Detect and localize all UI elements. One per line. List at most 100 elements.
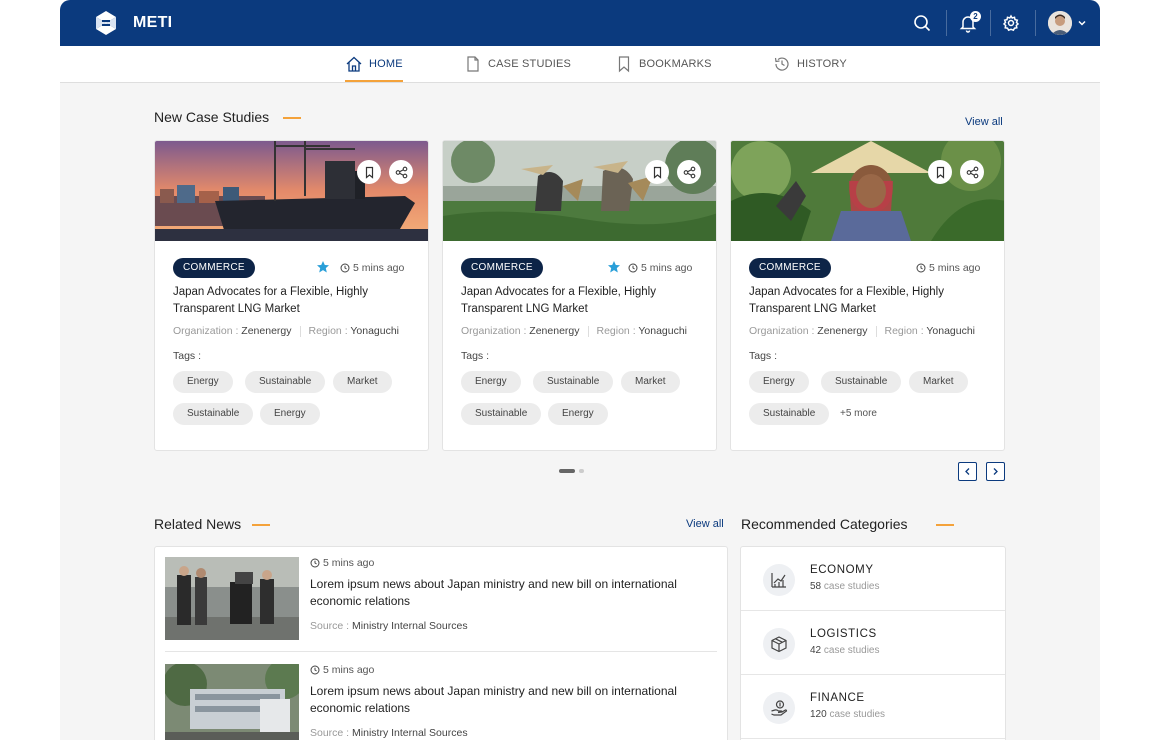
tag-chip[interactable]: Energy [548,403,608,425]
bookmark-button[interactable] [357,160,381,184]
category-count: 58 case studies [810,581,880,592]
share-button[interactable] [677,160,701,184]
chevron-down-icon[interactable] [1076,17,1088,29]
gear-icon[interactable] [1001,13,1021,33]
star-icon[interactable] [316,260,330,274]
tab-case-studies[interactable]: CASE STUDIES [464,46,571,82]
news-source: Source : Ministry Internal Sources [310,620,468,632]
bookmark-icon [936,166,944,179]
page-dot-active[interactable] [559,469,575,473]
count-suffix: case studies [829,709,886,720]
app-window: METI 2 HOME CASE STUDIES BOOKMARKS HISTO… [60,0,1100,740]
bookmark-icon [653,166,661,179]
case-studies-view-all-link[interactable]: View all [965,116,1003,128]
avatar[interactable] [1048,11,1072,35]
case-study-title[interactable]: Japan Advocates for a Flexible, Highly T… [749,284,989,318]
tab-history[interactable]: HISTORY [773,46,847,82]
tag-chip[interactable]: Sustainable [173,403,254,425]
case-study-title[interactable]: Japan Advocates for a Flexible, Highly T… [173,284,413,318]
tab-label: CASE STUDIES [488,58,572,70]
tag-chip[interactable]: Sustainable [245,371,326,393]
timestamp-text: 5 mins ago [929,262,981,274]
org-label: Organization : [461,325,527,337]
share-button[interactable] [389,160,413,184]
category-item-economy[interactable]: ECONOMY 58 case studies [741,547,1005,611]
tag-chip[interactable]: Energy [260,403,320,425]
share-icon [395,166,407,178]
tag-chip[interactable]: Energy [173,371,233,393]
case-study-title[interactable]: Japan Advocates for a Flexible, Highly T… [461,284,701,318]
tag-chip[interactable]: Market [333,371,392,393]
card-image-ship [155,141,428,241]
timestamp: 5 mins ago [628,262,692,274]
org-label: Organization : [173,325,239,337]
org-value: Zenenergy [817,325,868,337]
timestamp-text: 5 mins ago [641,262,693,274]
news-image-building [165,664,299,740]
tag-chip[interactable]: Sustainable [533,371,614,393]
search-icon[interactable] [912,13,932,33]
tag-chip[interactable]: Market [621,371,680,393]
region-value: Yonaguchi [638,325,688,337]
tag-chip[interactable]: Sustainable [821,371,902,393]
clock-icon [340,263,350,273]
news-item[interactable]: 5 mins ago Lorem ipsum news about Japan … [165,557,717,652]
news-timestamp: 5 mins ago [310,557,374,569]
bookmark-button[interactable] [928,160,952,184]
region-value: Yonaguchi [926,325,976,337]
history-icon [774,57,789,71]
category-item-logistics[interactable]: LOGISTICS 42 case studies [741,611,1005,675]
tab-home[interactable]: HOME [345,46,403,82]
carousel-pagination [559,469,584,473]
count-value: 120 [810,709,827,720]
source-label: Source : [310,620,350,632]
category-badge: COMMERCE [461,258,543,278]
title-accent-line [283,117,301,119]
tag-chip[interactable]: Energy [749,371,809,393]
news-title[interactable]: Lorem ipsum news about Japan ministry an… [310,576,720,610]
tag-chip[interactable]: Energy [461,371,521,393]
star-icon[interactable] [607,260,621,274]
tab-label: HOME [369,58,403,70]
section-title: Recommended Categories [741,516,908,532]
tag-chip[interactable]: Market [909,371,968,393]
count-suffix: case studies [823,581,880,592]
carousel-next-button[interactable] [986,462,1005,481]
case-study-meta: Organization : Zenenergy Region : Yonaguc… [749,325,975,337]
tag-chip[interactable]: Sustainable [749,403,830,425]
source-value: Ministry Internal Sources [352,727,468,739]
case-study-card[interactable]: COMMERCE 5 mins ago Japan Advocates for … [442,140,717,451]
tag-chip[interactable]: Sustainable [461,403,542,425]
org-value: Zenenergy [529,325,580,337]
tab-bookmarks[interactable]: BOOKMARKS [615,46,712,82]
news-title[interactable]: Lorem ipsum news about Japan ministry an… [310,683,720,717]
news-item[interactable]: 5 mins ago Lorem ipsum news about Japan … [165,664,717,740]
category-list: ECONOMY 58 case studies LOGISTICS 42 cas… [740,546,1006,740]
region-label: Region : [596,325,636,337]
carousel-prev-button[interactable] [958,462,977,481]
category-item-finance[interactable]: FINANCE 120 case studies [741,675,1005,739]
more-tags-link[interactable]: +5 more [840,403,877,425]
tags-label: Tags : [749,350,778,362]
case-study-card[interactable]: COMMERCE 5 mins ago Japan Advocates for … [730,140,1005,451]
org-value: Zenenergy [241,325,292,337]
home-icon [346,56,362,72]
category-badge: COMMERCE [173,258,255,278]
bookmark-button[interactable] [645,160,669,184]
count-value: 42 [810,645,822,656]
region-label: Region : [884,325,924,337]
meti-logo-icon[interactable] [90,7,122,39]
chart-icon [763,564,795,596]
tab-label: HISTORY [797,58,847,70]
divider [990,10,991,36]
tags-label: Tags : [461,350,490,362]
case-study-card[interactable]: COMMERCE 5 mins ago Japan Advocates for … [154,140,429,451]
category-name: ECONOMY [810,564,874,576]
news-image-press [165,557,299,640]
clock-icon [310,665,320,675]
page-dot[interactable] [579,469,584,473]
divider [946,10,947,36]
share-button[interactable] [960,160,984,184]
news-view-all-link[interactable]: View all [686,518,724,530]
title-accent-line [252,524,270,526]
